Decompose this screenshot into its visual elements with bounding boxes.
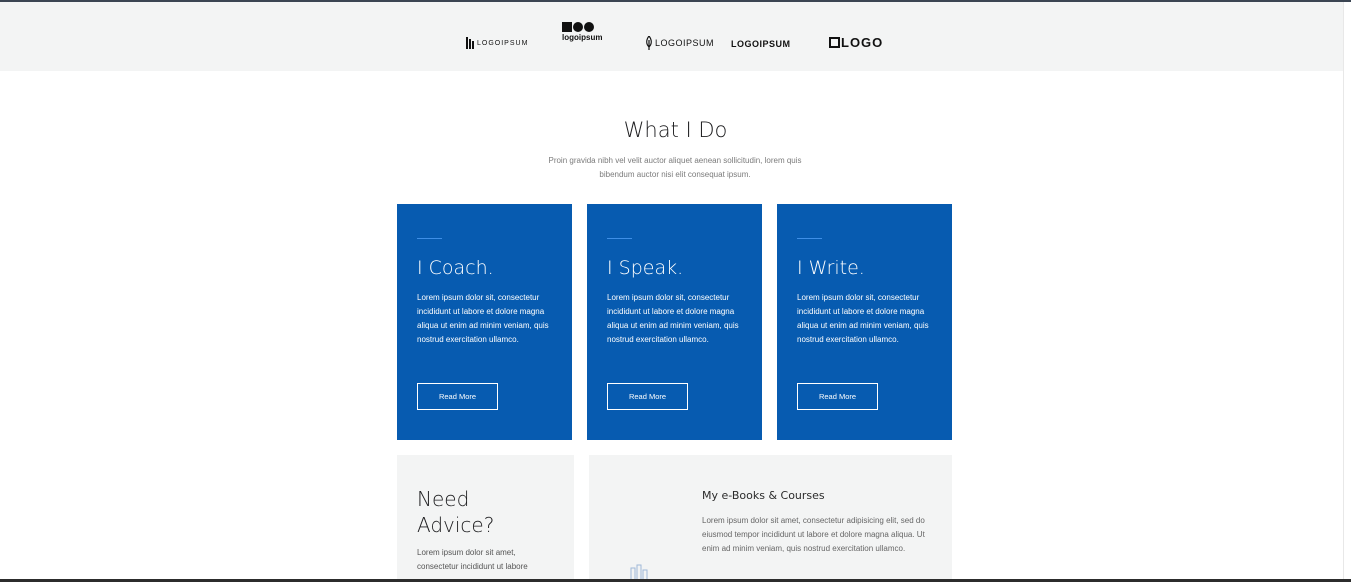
card-text: Lorem ipsum dolor sit, consectetur incid… <box>417 293 549 344</box>
speak-read-more-button[interactable]: Read More <box>607 383 688 410</box>
client-logo-4-text: LOGOIPSUM <box>731 39 791 49</box>
client-logo-4: LOGOIPSUM <box>731 29 791 59</box>
client-logos-band: LOGOIPSUM logoipsum LOGOIPSUM LOGOIPSUM … <box>0 2 1343 71</box>
ebooks-title: My e-Books & Courses <box>702 489 825 502</box>
page-scrollbar[interactable] <box>1343 2 1351 582</box>
service-card-write: I Write. Lorem ipsum dolor sit, consecte… <box>777 204 952 440</box>
client-logo-3-text: LOGOIPSUM <box>655 38 715 48</box>
client-logo-2-text: logoipsum <box>562 33 603 42</box>
client-logo-3: LOGOIPSUM <box>646 28 714 58</box>
shapes-logo-icon <box>562 22 594 32</box>
card-title: I Coach. <box>417 257 494 279</box>
section-title: What I Do <box>623 118 728 142</box>
advice-text: Lorem ipsum dolor sit amet, consectetur … <box>417 548 528 571</box>
write-read-more-button[interactable]: Read More <box>797 383 878 410</box>
service-card-speak: I Speak. Lorem ipsum dolor sit, consecte… <box>587 204 762 440</box>
ebooks-text: Lorem ipsum dolor sit amet, consectetur … <box>702 516 925 553</box>
coach-read-more-button[interactable]: Read More <box>417 383 498 410</box>
card-accent-line <box>417 238 442 239</box>
card-title: I Speak. <box>607 257 684 279</box>
section-subtitle: Proin gravida nibh vel velit auctor aliq… <box>548 156 802 179</box>
client-logo-5: LOGO <box>829 27 883 57</box>
card-accent-line <box>797 238 822 239</box>
client-logo-2: logoipsum <box>562 22 602 42</box>
card-title: I Write. <box>797 257 865 279</box>
service-card-coach: I Coach. Lorem ipsum dolor sit, consecte… <box>397 204 572 440</box>
advice-title: Need Advice? <box>417 487 495 537</box>
card-text: Lorem ipsum dolor sit, consectetur incid… <box>797 293 929 344</box>
client-logo-1: LOGOIPSUM <box>466 28 528 58</box>
card-text: Lorem ipsum dolor sit, consectetur incid… <box>607 293 739 344</box>
leaf-logo-icon <box>646 36 652 50</box>
square-logo-icon <box>829 36 840 48</box>
card-accent-line <box>607 238 632 239</box>
advice-panel: Need Advice? Lorem ipsum dolor sit amet,… <box>397 455 574 582</box>
client-logo-1-text: LOGOIPSUM <box>477 39 529 47</box>
client-logo-5-text: LOGO <box>841 34 884 50</box>
bars-logo-icon <box>466 37 474 49</box>
ebooks-panel: My e-Books & Courses Lorem ipsum dolor s… <box>589 455 952 582</box>
